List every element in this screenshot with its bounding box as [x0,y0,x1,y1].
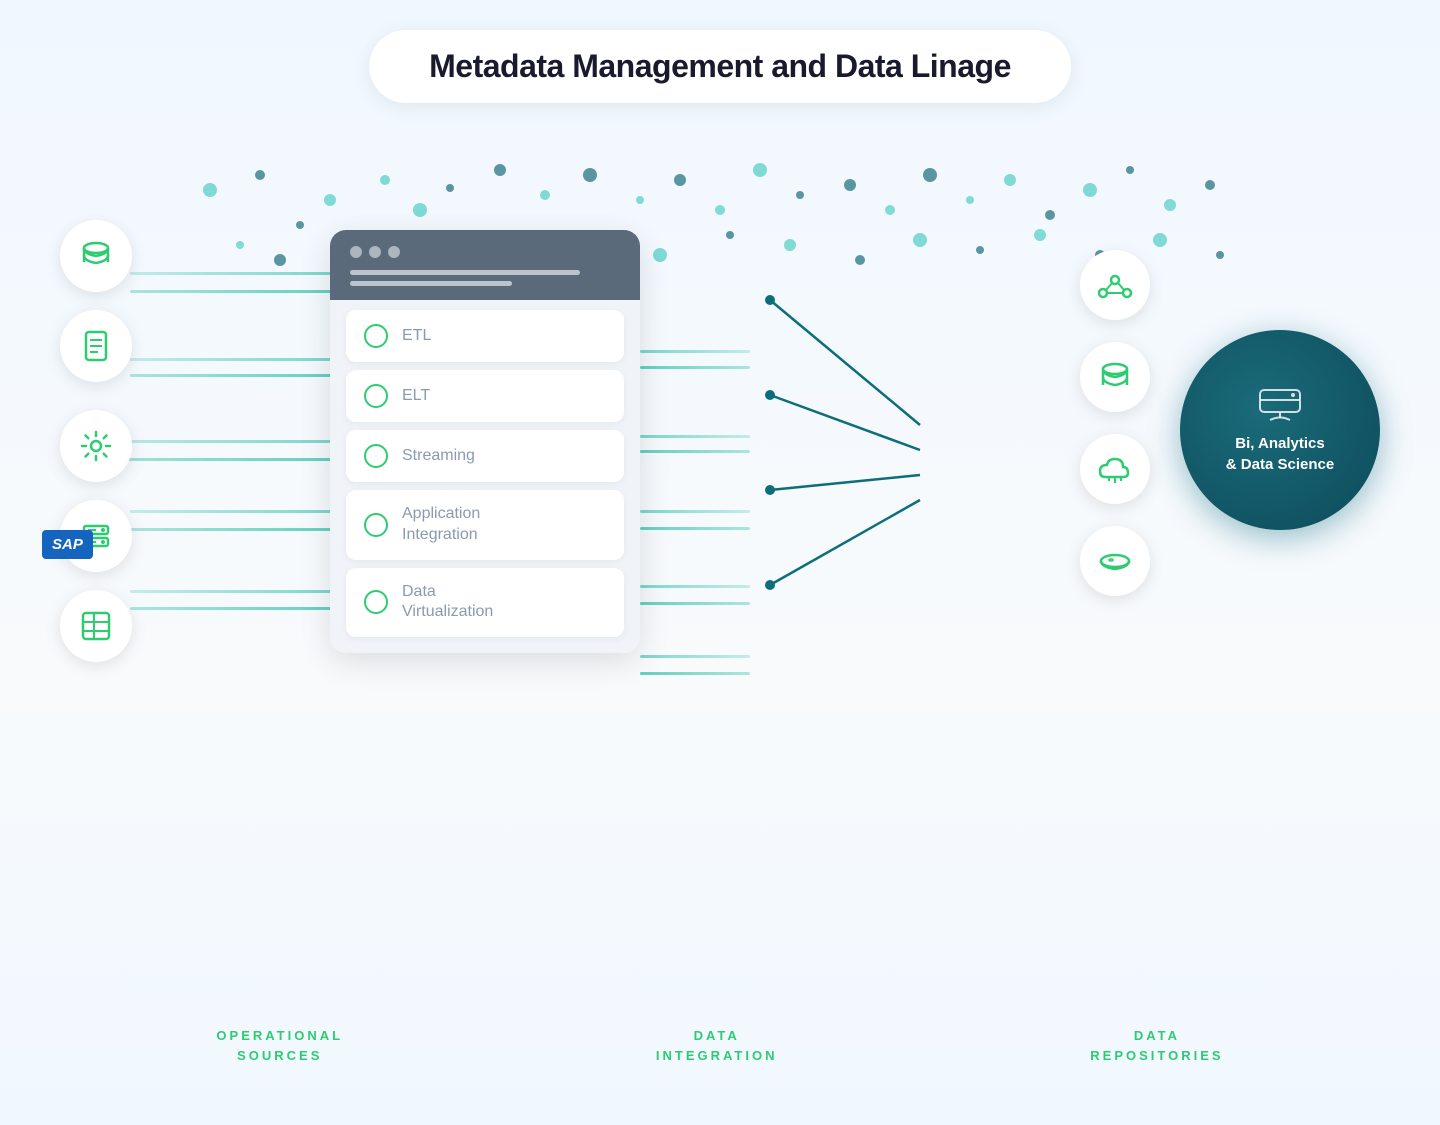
panel-item-elt[interactable]: ELT [346,370,624,422]
radio-datavirt [364,590,388,614]
settings-icon-circle [60,410,132,482]
database-icon [78,238,114,274]
left-connector-10 [130,607,335,610]
table-icon-circle [60,590,132,662]
right-column [1080,250,1150,596]
right-connector-4 [640,450,750,453]
radio-inner-elt [372,392,380,400]
panel-item-etl[interactable]: ETL [346,310,624,362]
cloud-icon [1095,449,1135,489]
panel-dot-1 [350,246,362,258]
radio-appintegration [364,513,388,537]
panel-item-datavirt[interactable]: DataVirtualization [346,568,624,638]
integration-line1: DATA [656,1026,778,1046]
label-streaming: Streaming [402,446,475,467]
left-connector-4 [130,374,335,377]
repo-database-icon [1095,357,1135,397]
label-etl: ETL [402,326,431,347]
repo-cloud-circle [1080,434,1150,504]
right-connector-9 [640,655,750,658]
left-connector-7 [130,510,335,513]
integration-line2: INTEGRATION [656,1046,778,1066]
left-connector-3 [130,358,335,361]
left-connector-9 [130,590,335,593]
right-connector-8 [640,602,750,605]
radio-inner-streaming [372,452,380,460]
operational-line2: SOURCES [216,1046,343,1066]
panel-item-streaming[interactable]: Streaming [346,430,624,482]
radio-inner-appintegration [372,521,380,529]
left-column [60,200,132,662]
table-icon [78,608,114,644]
title-box: Metadata Management and Data Linage [369,30,1071,103]
bottom-labels: OPERATIONAL SOURCES DATA INTEGRATION DAT… [0,1026,1440,1065]
repo-storage-circle [1080,526,1150,596]
repo-graph-circle [1080,250,1150,320]
database-icon-circle [60,220,132,292]
right-connector-7 [640,585,750,588]
left-connector-1 [130,272,335,275]
right-connector-2 [640,366,750,369]
radio-etl [364,324,388,348]
right-connector-3 [640,435,750,438]
label-datavirt: DataVirtualization [402,582,493,624]
repositories-line1: DATA [1090,1026,1223,1046]
storage-icon [1095,541,1135,581]
bi-icon [1255,385,1305,425]
document-icon-circle [60,310,132,382]
left-connector-2 [130,290,335,293]
right-connector-5 [640,510,750,513]
panel-dots [350,246,620,258]
right-connector-6 [640,527,750,530]
label-elt: ELT [402,386,430,407]
label-data-repositories: DATA REPOSITORIES [1090,1026,1223,1065]
graph-icon [1095,265,1135,305]
panel-line-2 [350,281,512,286]
repo-database-circle [1080,342,1150,412]
bi-connectors [740,250,990,750]
document-icon [78,328,114,364]
label-data-integration: DATA INTEGRATION [656,1026,778,1065]
panel-item-appintegration[interactable]: ApplicationIntegration [346,490,624,560]
label-appintegration: ApplicationIntegration [402,504,480,546]
label-operational-sources: OPERATIONAL SOURCES [216,1026,343,1065]
left-connector-8 [130,528,335,531]
radio-elt [364,384,388,408]
right-connector-1 [640,350,750,353]
sap-badge: SAP [42,530,93,559]
radio-streaming [364,444,388,468]
panel-dot-3 [388,246,400,258]
main-container: Metadata Management and Data Linage [0,0,1440,1125]
repositories-line2: REPOSITORIES [1090,1046,1223,1066]
radio-inner-etl [372,332,380,340]
right-connector-10 [640,672,750,675]
page-title: Metadata Management and Data Linage [429,48,1011,85]
radio-inner-datavirt [372,598,380,606]
panel-header [330,230,640,300]
panel-dot-2 [369,246,381,258]
bi-analytics-circle: Bi, Analytics & Data Science [1180,330,1380,530]
panel-line-1 [350,270,580,275]
panel-lines [350,270,620,286]
panel-body: ETL ELT Streaming ApplicationIntegration [330,300,640,653]
settings-icon [78,428,114,464]
operational-line1: OPERATIONAL [216,1026,343,1046]
integration-panel: ETL ELT Streaming ApplicationIntegration [330,230,640,653]
bi-analytics-text: Bi, Analytics & Data Science [1226,433,1334,475]
